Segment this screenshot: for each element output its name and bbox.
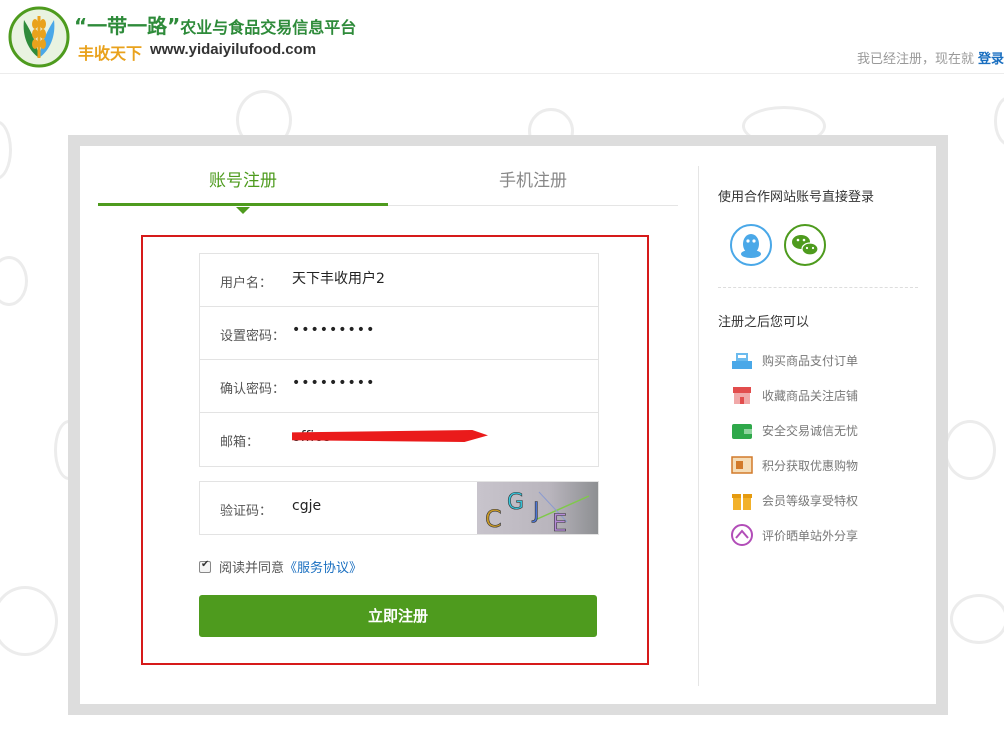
store-icon — [733, 387, 751, 404]
agreement-row: 阅读并同意《服务协议》 — [199, 557, 362, 576]
tab-account-register[interactable]: 账号注册 — [98, 166, 388, 191]
cashier-icon — [732, 353, 752, 369]
benefit-label: 积分获取优惠购物 — [762, 459, 859, 473]
wallet-icon — [732, 424, 752, 439]
tab-phone-register[interactable]: 手机注册 — [388, 166, 678, 191]
share-icon — [731, 524, 753, 546]
decorative-bg-shape — [0, 120, 12, 180]
side-separator — [718, 287, 918, 288]
captcha-label: 验证码： — [220, 504, 273, 519]
benefit-item: 购买商品支付订单 — [730, 348, 920, 374]
site-title-sub: 农业与食品交易信息平台 — [180, 18, 357, 37]
site-url: www.yidaiyilufood.com — [150, 41, 317, 58]
email-label: 邮箱： — [220, 435, 260, 450]
confirm-password-label: 确认密码： — [220, 382, 286, 397]
decorative-bg-shape — [944, 420, 996, 480]
decorative-bg-shape — [950, 594, 1004, 644]
wheat-logo-icon[interactable] — [8, 6, 70, 68]
register-form-fields: 用户名： 设置密码： ••••••••• 确认密码： ••••••••• 邮箱：… — [199, 253, 599, 467]
password-input[interactable]: ••••••••• — [292, 322, 582, 338]
partner-login-title: 使用合作网站账号直接登录 — [718, 190, 875, 205]
svg-text:C: C — [485, 505, 502, 533]
decorative-bg-shape — [994, 96, 1004, 146]
confirm-password-row: 确认密码： ••••••••• — [200, 360, 598, 413]
benefit-item: 收藏商品关注店铺 — [730, 383, 920, 409]
captcha-image[interactable]: C G J E — [477, 482, 598, 534]
gift-card-icon — [731, 456, 753, 474]
benefit-label: 收藏商品关注店铺 — [762, 389, 859, 403]
email-row: 邮箱： office — [200, 413, 598, 466]
benefit-item: 积分获取优惠购物 — [730, 453, 920, 479]
register-submit-button[interactable]: 立即注册 — [199, 595, 597, 637]
svg-text:J: J — [531, 499, 540, 524]
wechat-icon — [792, 235, 819, 256]
agree-checkbox[interactable] — [199, 559, 211, 573]
benefit-item: 安全交易诚信无忧 — [730, 418, 920, 444]
wechat-login-button[interactable] — [784, 224, 826, 266]
confirm-password-input[interactable]: ••••••••• — [292, 375, 582, 391]
site-title-main: “一带一路” — [74, 14, 181, 38]
gift-box-icon — [732, 494, 752, 510]
panel-divider — [698, 166, 699, 686]
agree-text: 阅读并同意 — [219, 561, 285, 576]
benefits-title: 注册之后您可以 — [718, 315, 810, 330]
site-title: “一带一路”农业与食品交易信息平台 — [74, 10, 356, 39]
password-row: 设置密码： ••••••••• — [200, 307, 598, 360]
highlight-annotation-box: 用户名： 设置密码： ••••••••• 确认密码： ••••••••• 邮箱：… — [141, 235, 649, 665]
login-prompt: 我已经注册，现在就 — [856, 52, 974, 67]
decorative-bg-shape — [0, 256, 28, 306]
captcha-row: 验证码： C G J E — [199, 481, 599, 535]
active-tab-indicator — [98, 203, 388, 214]
benefit-item: 会员等级享受特权 — [730, 488, 920, 514]
captcha-glyphs: C G J E — [485, 490, 590, 534]
username-input[interactable] — [292, 270, 582, 286]
service-agreement-link[interactable]: 《服务协议》 — [284, 561, 362, 576]
password-label: 设置密码： — [220, 329, 286, 344]
qq-icon — [741, 234, 761, 258]
login-link[interactable]: 登录 — [978, 48, 1004, 67]
benefit-label: 评价晒单站外分享 — [762, 529, 859, 543]
brand-name: 丰收天下 — [78, 44, 143, 63]
benefit-label: 购买商品支付订单 — [762, 354, 859, 368]
svg-text:G: G — [507, 490, 524, 515]
qq-login-button[interactable] — [730, 224, 772, 266]
register-tabs: 账号注册 手机注册 — [98, 146, 678, 214]
benefit-item: 评价晒单站外分享 — [730, 523, 920, 549]
username-label: 用户名： — [220, 276, 273, 291]
captcha-input[interactable] — [292, 498, 462, 514]
svg-text:E: E — [552, 509, 567, 534]
decorative-bg-shape — [0, 586, 58, 656]
register-panel-frame: 账号注册 手机注册 用户名： 设置密码： ••••••••• 确认密码： •••… — [68, 135, 948, 715]
tab-caret-icon — [236, 207, 250, 214]
site-header: “一带一路”农业与食品交易信息平台 丰收天下 www.yidaiyilufood… — [0, 0, 1004, 74]
benefit-label: 会员等级享受特权 — [762, 494, 859, 508]
benefit-label: 安全交易诚信无忧 — [762, 424, 859, 438]
username-row: 用户名： — [200, 254, 598, 307]
register-panel: 账号注册 手机注册 用户名： 设置密码： ••••••••• 确认密码： •••… — [80, 146, 936, 704]
